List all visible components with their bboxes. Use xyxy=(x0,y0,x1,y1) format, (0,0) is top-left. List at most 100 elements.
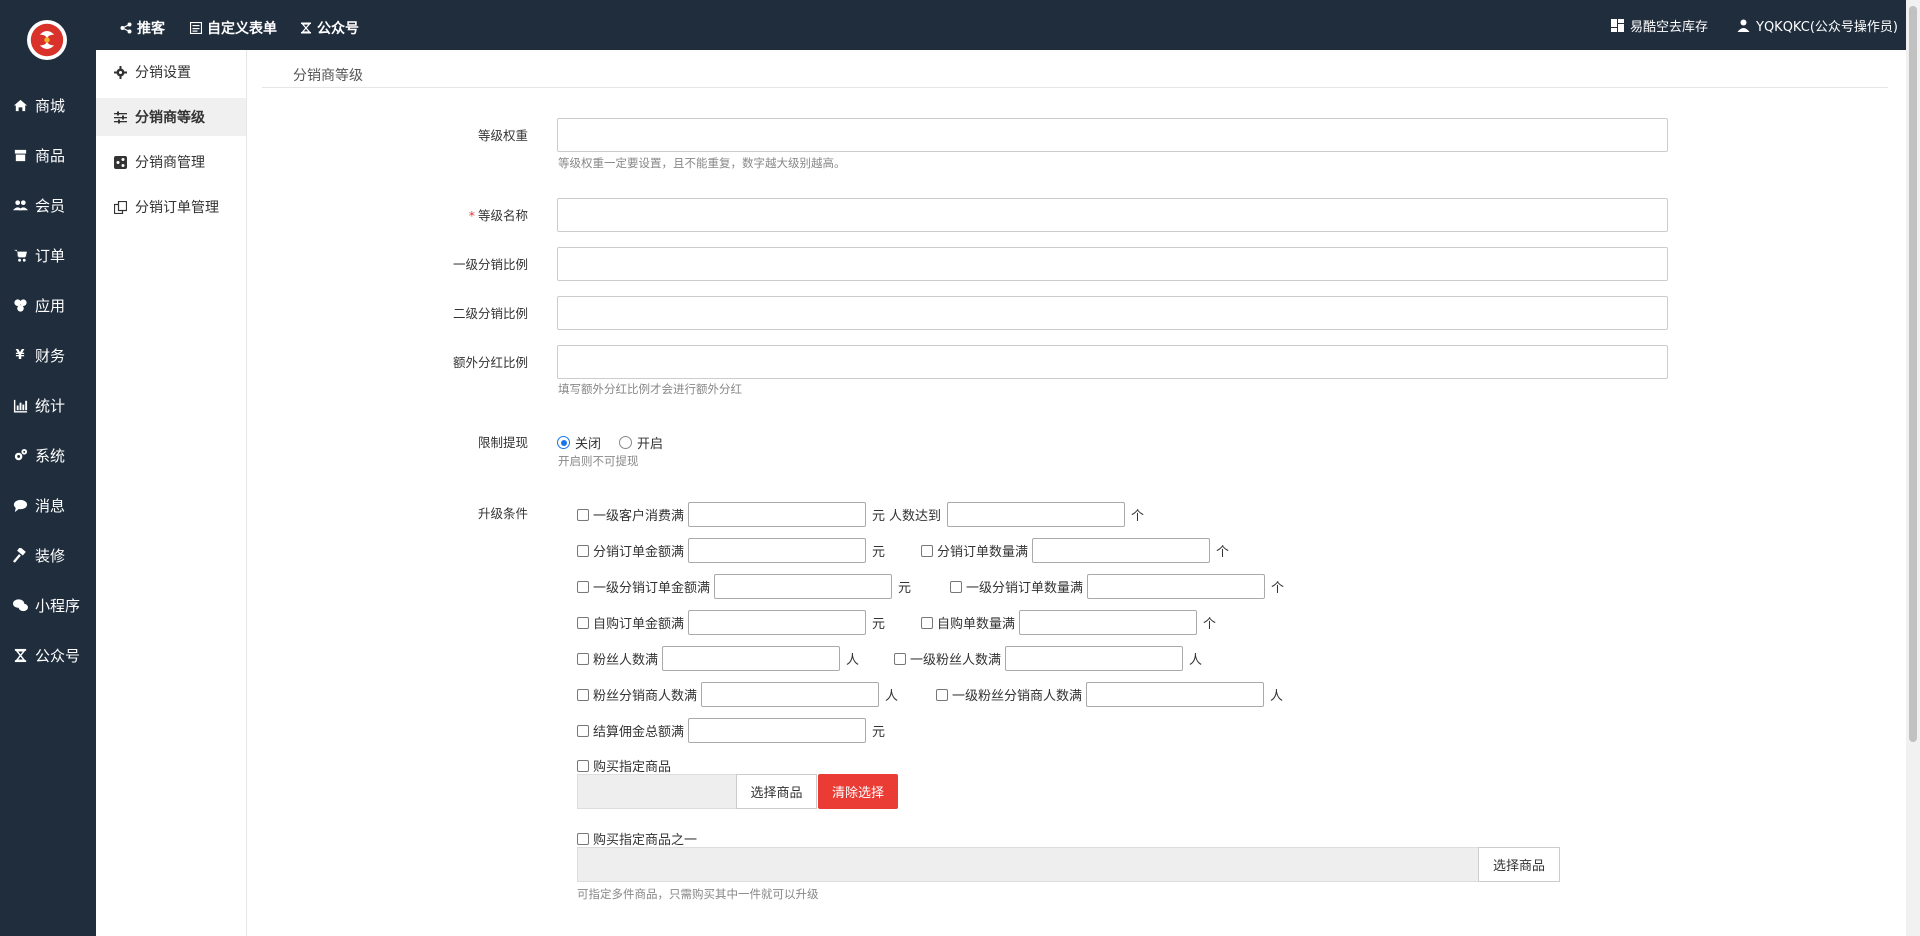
cond-checkbox[interactable] xyxy=(577,544,589,557)
nav-item-messages[interactable]: 消息 xyxy=(0,480,96,530)
cond-input[interactable] xyxy=(701,682,880,707)
cond-row-7: 结算佣金总额满 元 xyxy=(577,718,887,743)
weight-input[interactable] xyxy=(557,118,1668,152)
select-goods-button[interactable]: 选择商品 xyxy=(736,774,817,809)
subnav-item-orders[interactable]: 分销订单管理 xyxy=(96,188,246,226)
sliders-icon xyxy=(114,111,127,123)
page-scrollbar[interactable] xyxy=(1906,0,1920,936)
weight-label: 等级权重 xyxy=(477,128,528,143)
cond-label: 购买指定商品之一 xyxy=(593,833,698,848)
subnav-item-label: 分销商管理 xyxy=(135,155,205,171)
cond-checkbox[interactable] xyxy=(950,580,962,593)
cond-row-6b: 一级粉丝分销商人数满 人 xyxy=(936,682,1285,707)
main-content: 分销商等级 等级权重 等级权重一定要设置，且不能重复，数字越大级别越高。 * 等级… xyxy=(262,50,1892,936)
level2-input[interactable] xyxy=(557,296,1668,330)
user-menu[interactable]: YQKQKC(公众号操作员) xyxy=(1737,16,1898,35)
top-link-promoter[interactable]: 推客 xyxy=(120,18,165,38)
nav-item-mall[interactable]: 商城 xyxy=(0,80,96,130)
level1-input[interactable] xyxy=(557,247,1668,281)
cond-checkbox[interactable] xyxy=(577,508,589,521)
cond-checkbox[interactable] xyxy=(577,616,589,629)
cond-unit: 元 xyxy=(872,725,886,740)
nav-item-finance[interactable]: ¥ 财务 xyxy=(0,330,96,380)
logo-icon xyxy=(30,23,64,57)
wechat-icon xyxy=(12,597,28,613)
cond-row-1: 一级客户消费满 元 人数达到 个 xyxy=(577,502,1146,527)
cond-checkbox[interactable] xyxy=(577,688,589,701)
cond-checkbox[interactable] xyxy=(921,616,933,629)
cond-input[interactable] xyxy=(714,574,893,599)
top-link-official-account[interactable]: 公众号 xyxy=(300,18,359,38)
hourglass-icon xyxy=(12,647,28,663)
cond-checkbox[interactable] xyxy=(577,580,589,593)
cond-checkbox[interactable] xyxy=(894,652,906,665)
name-input[interactable] xyxy=(557,198,1668,232)
users-icon xyxy=(12,197,28,213)
cond-input[interactable] xyxy=(688,538,867,563)
cond-label: 分销订单数量满 xyxy=(937,545,1029,560)
logo[interactable] xyxy=(27,20,67,60)
withdraw-off-radio[interactable]: 关闭 xyxy=(557,433,601,452)
nav-item-official-account[interactable]: 公众号 xyxy=(0,630,96,680)
comment-icon xyxy=(12,497,28,513)
cond-checkbox[interactable] xyxy=(921,544,933,557)
cond-input[interactable] xyxy=(947,502,1126,527)
nav-item-system[interactable]: 系统 xyxy=(0,430,96,480)
nav-item-label: 系统 xyxy=(35,446,66,465)
cond-label: 粉丝分销商人数满 xyxy=(593,689,698,704)
cond-unit: 个 xyxy=(1203,617,1217,632)
scrollbar-thumb[interactable] xyxy=(1909,6,1917,742)
weight-help: 等级权重一定要设置，且不能重复，数字越大级别越高。 xyxy=(558,156,846,170)
clear-selection-button[interactable]: 清除选择 xyxy=(818,774,898,809)
cond-input[interactable] xyxy=(662,646,841,671)
cond-unit: 个 xyxy=(1271,581,1285,596)
nav-item-label: 消息 xyxy=(35,496,66,515)
share-square-icon xyxy=(114,155,127,169)
hourglass-icon xyxy=(301,22,311,34)
subnav-item-label: 分销订单管理 xyxy=(135,200,219,216)
nav-item-members[interactable]: 会员 xyxy=(0,180,96,230)
top-link-custom-form[interactable]: 自定义表单 xyxy=(190,18,277,38)
cond-checkbox[interactable] xyxy=(577,832,589,845)
cond-input[interactable] xyxy=(1005,646,1184,671)
cond-row-3b: 一级分销订单数量满 个 xyxy=(950,574,1286,599)
withdraw-on-radio[interactable]: 开启 xyxy=(619,433,663,452)
select-goods-multi-button[interactable]: 选择商品 xyxy=(1478,847,1560,882)
cond-input[interactable] xyxy=(688,718,867,743)
box-icon xyxy=(12,147,28,163)
cond-input[interactable] xyxy=(688,610,867,635)
subnav-item-label: 分销商等级 xyxy=(135,110,205,126)
cond-input[interactable] xyxy=(1087,574,1266,599)
cond-unit: 元 xyxy=(898,581,912,596)
nav-item-label: 商城 xyxy=(35,96,66,115)
title-divider xyxy=(262,87,1888,88)
home-icon xyxy=(12,97,28,113)
cond-input[interactable] xyxy=(1086,682,1265,707)
subnav-item-manage[interactable]: 分销商管理 xyxy=(96,143,246,181)
subnav-item-settings[interactable]: 分销设置 xyxy=(96,53,246,91)
share-icon xyxy=(120,22,132,34)
nav-item-decorate[interactable]: 装修 xyxy=(0,530,96,580)
yen-icon: ¥ xyxy=(15,347,25,363)
nav-item-apps[interactable]: 应用 xyxy=(0,280,96,330)
cond-unit: 个 xyxy=(1131,509,1145,524)
cond-checkbox[interactable] xyxy=(577,759,589,772)
cond-checkbox[interactable] xyxy=(577,652,589,665)
store-switcher[interactable]: 易酷空去库存 xyxy=(1611,16,1708,35)
cond-label: 粉丝人数满 xyxy=(593,653,659,668)
cond-unit: 人 xyxy=(885,689,899,704)
cond-unit: 元 xyxy=(872,509,886,524)
subnav-item-levels[interactable]: 分销商等级 xyxy=(96,98,246,136)
cond-input[interactable] xyxy=(688,502,867,527)
cond-input[interactable] xyxy=(1019,610,1198,635)
nav-item-orders[interactable]: 订单 xyxy=(0,230,96,280)
cond-checkbox[interactable] xyxy=(577,724,589,737)
nav-item-miniprogram[interactable]: 小程序 xyxy=(0,580,96,630)
top-bar: 推客 自定义表单 公众号 易酷空去库存 YQKQKC(公众号操作员) xyxy=(96,0,1920,50)
cond-checkbox[interactable] xyxy=(936,688,948,701)
nav-item-goods[interactable]: 商品 xyxy=(0,130,96,180)
cond-row-3a: 一级分销订单金额满 元 xyxy=(577,574,913,599)
cond-input[interactable] xyxy=(1032,538,1211,563)
nav-item-stats[interactable]: 统计 xyxy=(0,380,96,430)
extra-input[interactable] xyxy=(557,345,1668,379)
